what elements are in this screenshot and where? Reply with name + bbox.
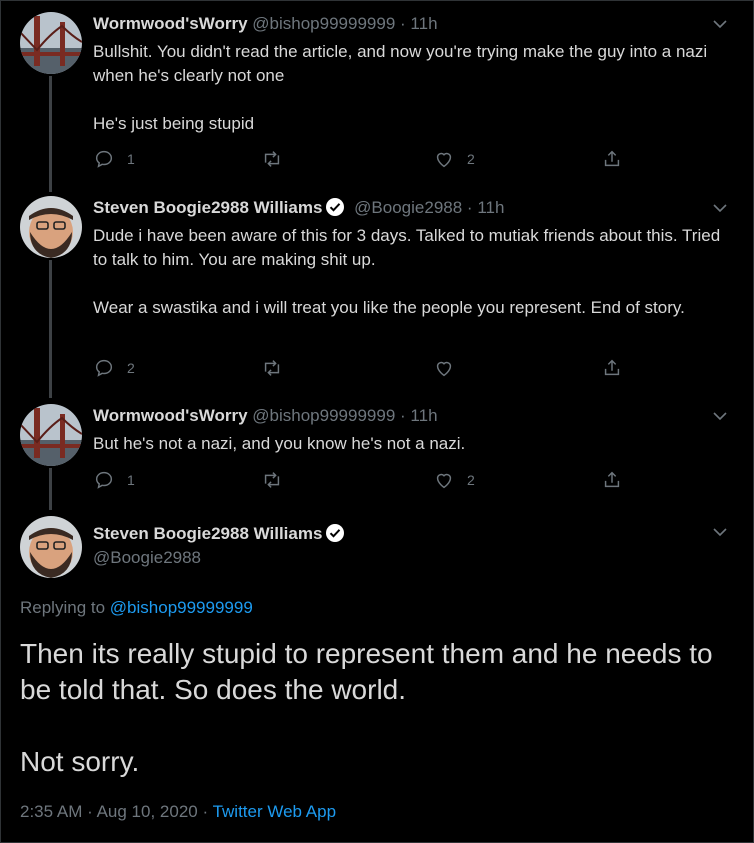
source-link[interactable]: Twitter Web App <box>213 802 336 821</box>
reply-count: 1 <box>127 472 135 488</box>
user-handle[interactable]: @bishop99999999 <box>252 14 395 33</box>
chevron-down-icon[interactable] <box>712 408 728 424</box>
chevron-down-icon[interactable] <box>712 524 728 540</box>
tweet-header: Wormwood'sWorry @bishop99999999 · 11h <box>93 404 438 428</box>
main-tweet: Steven Boogie2988 Williams @Boogie2988 R… <box>0 516 754 836</box>
tweet[interactable]: Steven Boogie2988 Williams @Boogie2988 ·… <box>0 196 754 391</box>
user-handle[interactable]: @Boogie2988 <box>354 198 462 217</box>
main-user-handle[interactable]: @Boogie2988 <box>93 546 201 570</box>
like-count: 2 <box>467 151 475 167</box>
timestamp[interactable]: 11h <box>477 198 504 217</box>
replying-to-link[interactable]: @bishop99999999 <box>110 598 253 617</box>
golden-gate-bridge-icon <box>20 404 82 466</box>
retweet-icon <box>264 360 280 376</box>
golden-gate-bridge-icon <box>20 12 82 74</box>
heart-icon <box>436 361 452 377</box>
separator: · <box>466 198 473 217</box>
display-name[interactable]: Wormwood'sWorry <box>93 406 248 425</box>
tweet-text: Bullshit. You didn't read the article, a… <box>93 42 708 133</box>
reply-icon <box>95 150 113 168</box>
main-display-name[interactable]: Steven Boogie2988 Williams <box>93 522 349 546</box>
like-count: 2 <box>467 472 475 488</box>
replying-to: Replying to @bishop99999999 <box>20 596 253 620</box>
avatar-boogie[interactable] <box>20 516 82 578</box>
replying-prefix: Replying to <box>20 598 106 617</box>
display-name[interactable]: Steven Boogie2988 Williams <box>93 198 322 217</box>
like-button[interactable]: 2 <box>433 147 475 171</box>
tweet-meta: 2:35 AM · Aug 10, 2020 · Twitter Web App <box>20 800 336 824</box>
reply-icon <box>95 471 113 489</box>
verified-badge-icon <box>326 198 345 216</box>
reply-count: 2 <box>127 360 135 376</box>
tweet-actions: 2 <box>93 356 653 380</box>
tweet-time[interactable]: 2:35 AM <box>20 802 82 821</box>
display-name[interactable]: Steven Boogie2988 Williams <box>93 524 322 543</box>
user-handle[interactable]: @bishop99999999 <box>252 406 395 425</box>
retweet-button[interactable] <box>261 147 295 171</box>
tweet-header: Wormwood'sWorry @bishop99999999 · 11h <box>93 12 438 36</box>
retweet-icon <box>264 472 280 488</box>
separator: · <box>400 14 406 33</box>
tweet-text: But he's not a nazi, and you know he's n… <box>93 434 466 453</box>
chevron-down-icon[interactable] <box>712 200 728 216</box>
tweet-header: Steven Boogie2988 Williams @Boogie2988 ·… <box>93 196 504 220</box>
like-button[interactable]: 2 <box>433 468 475 492</box>
verified-badge-icon <box>326 524 345 542</box>
avatar-bridge[interactable] <box>20 12 82 74</box>
retweet-button[interactable] <box>261 356 295 380</box>
reply-count: 1 <box>127 151 135 167</box>
timestamp[interactable]: 11h <box>410 406 437 425</box>
reply-icon <box>95 359 113 377</box>
retweet-button[interactable] <box>261 468 295 492</box>
bearded-man-icon <box>20 516 82 578</box>
separator: · <box>400 406 406 425</box>
tweet[interactable]: Wormwood'sWorry @bishop99999999 · 11h Bu… <box>0 404 754 504</box>
avatar-bridge[interactable] <box>20 404 82 466</box>
separator: · <box>202 802 209 821</box>
tweet-actions: 1 2 <box>93 147 653 171</box>
tweet-actions: 1 2 <box>93 468 653 492</box>
tweet-text: Dude i have been aware of this for 3 day… <box>93 226 721 317</box>
timestamp[interactable]: 11h <box>410 14 437 33</box>
bearded-man-icon <box>20 196 82 258</box>
share-icon <box>604 359 620 376</box>
tweet-date[interactable]: Aug 10, 2020 <box>97 802 198 821</box>
share-button[interactable] <box>601 147 623 171</box>
reply-button[interactable]: 1 <box>93 147 135 171</box>
share-button[interactable] <box>601 356 623 380</box>
reply-button[interactable]: 1 <box>93 468 135 492</box>
reply-button[interactable]: 2 <box>93 356 135 380</box>
separator: · <box>87 802 93 821</box>
heart-icon <box>436 473 452 489</box>
like-button[interactable] <box>433 356 467 380</box>
avatar-boogie[interactable] <box>20 196 82 258</box>
chevron-down-icon[interactable] <box>712 16 728 32</box>
main-tweet-text: Then its really stupid to represent them… <box>20 638 713 777</box>
retweet-icon <box>264 151 280 167</box>
tweet[interactable]: Wormwood'sWorry @bishop99999999 · 11h Bu… <box>0 12 754 187</box>
share-icon <box>604 150 620 167</box>
share-icon <box>604 471 620 488</box>
heart-icon <box>436 152 452 168</box>
display-name[interactable]: Wormwood'sWorry <box>93 14 248 33</box>
share-button[interactable] <box>601 468 623 492</box>
